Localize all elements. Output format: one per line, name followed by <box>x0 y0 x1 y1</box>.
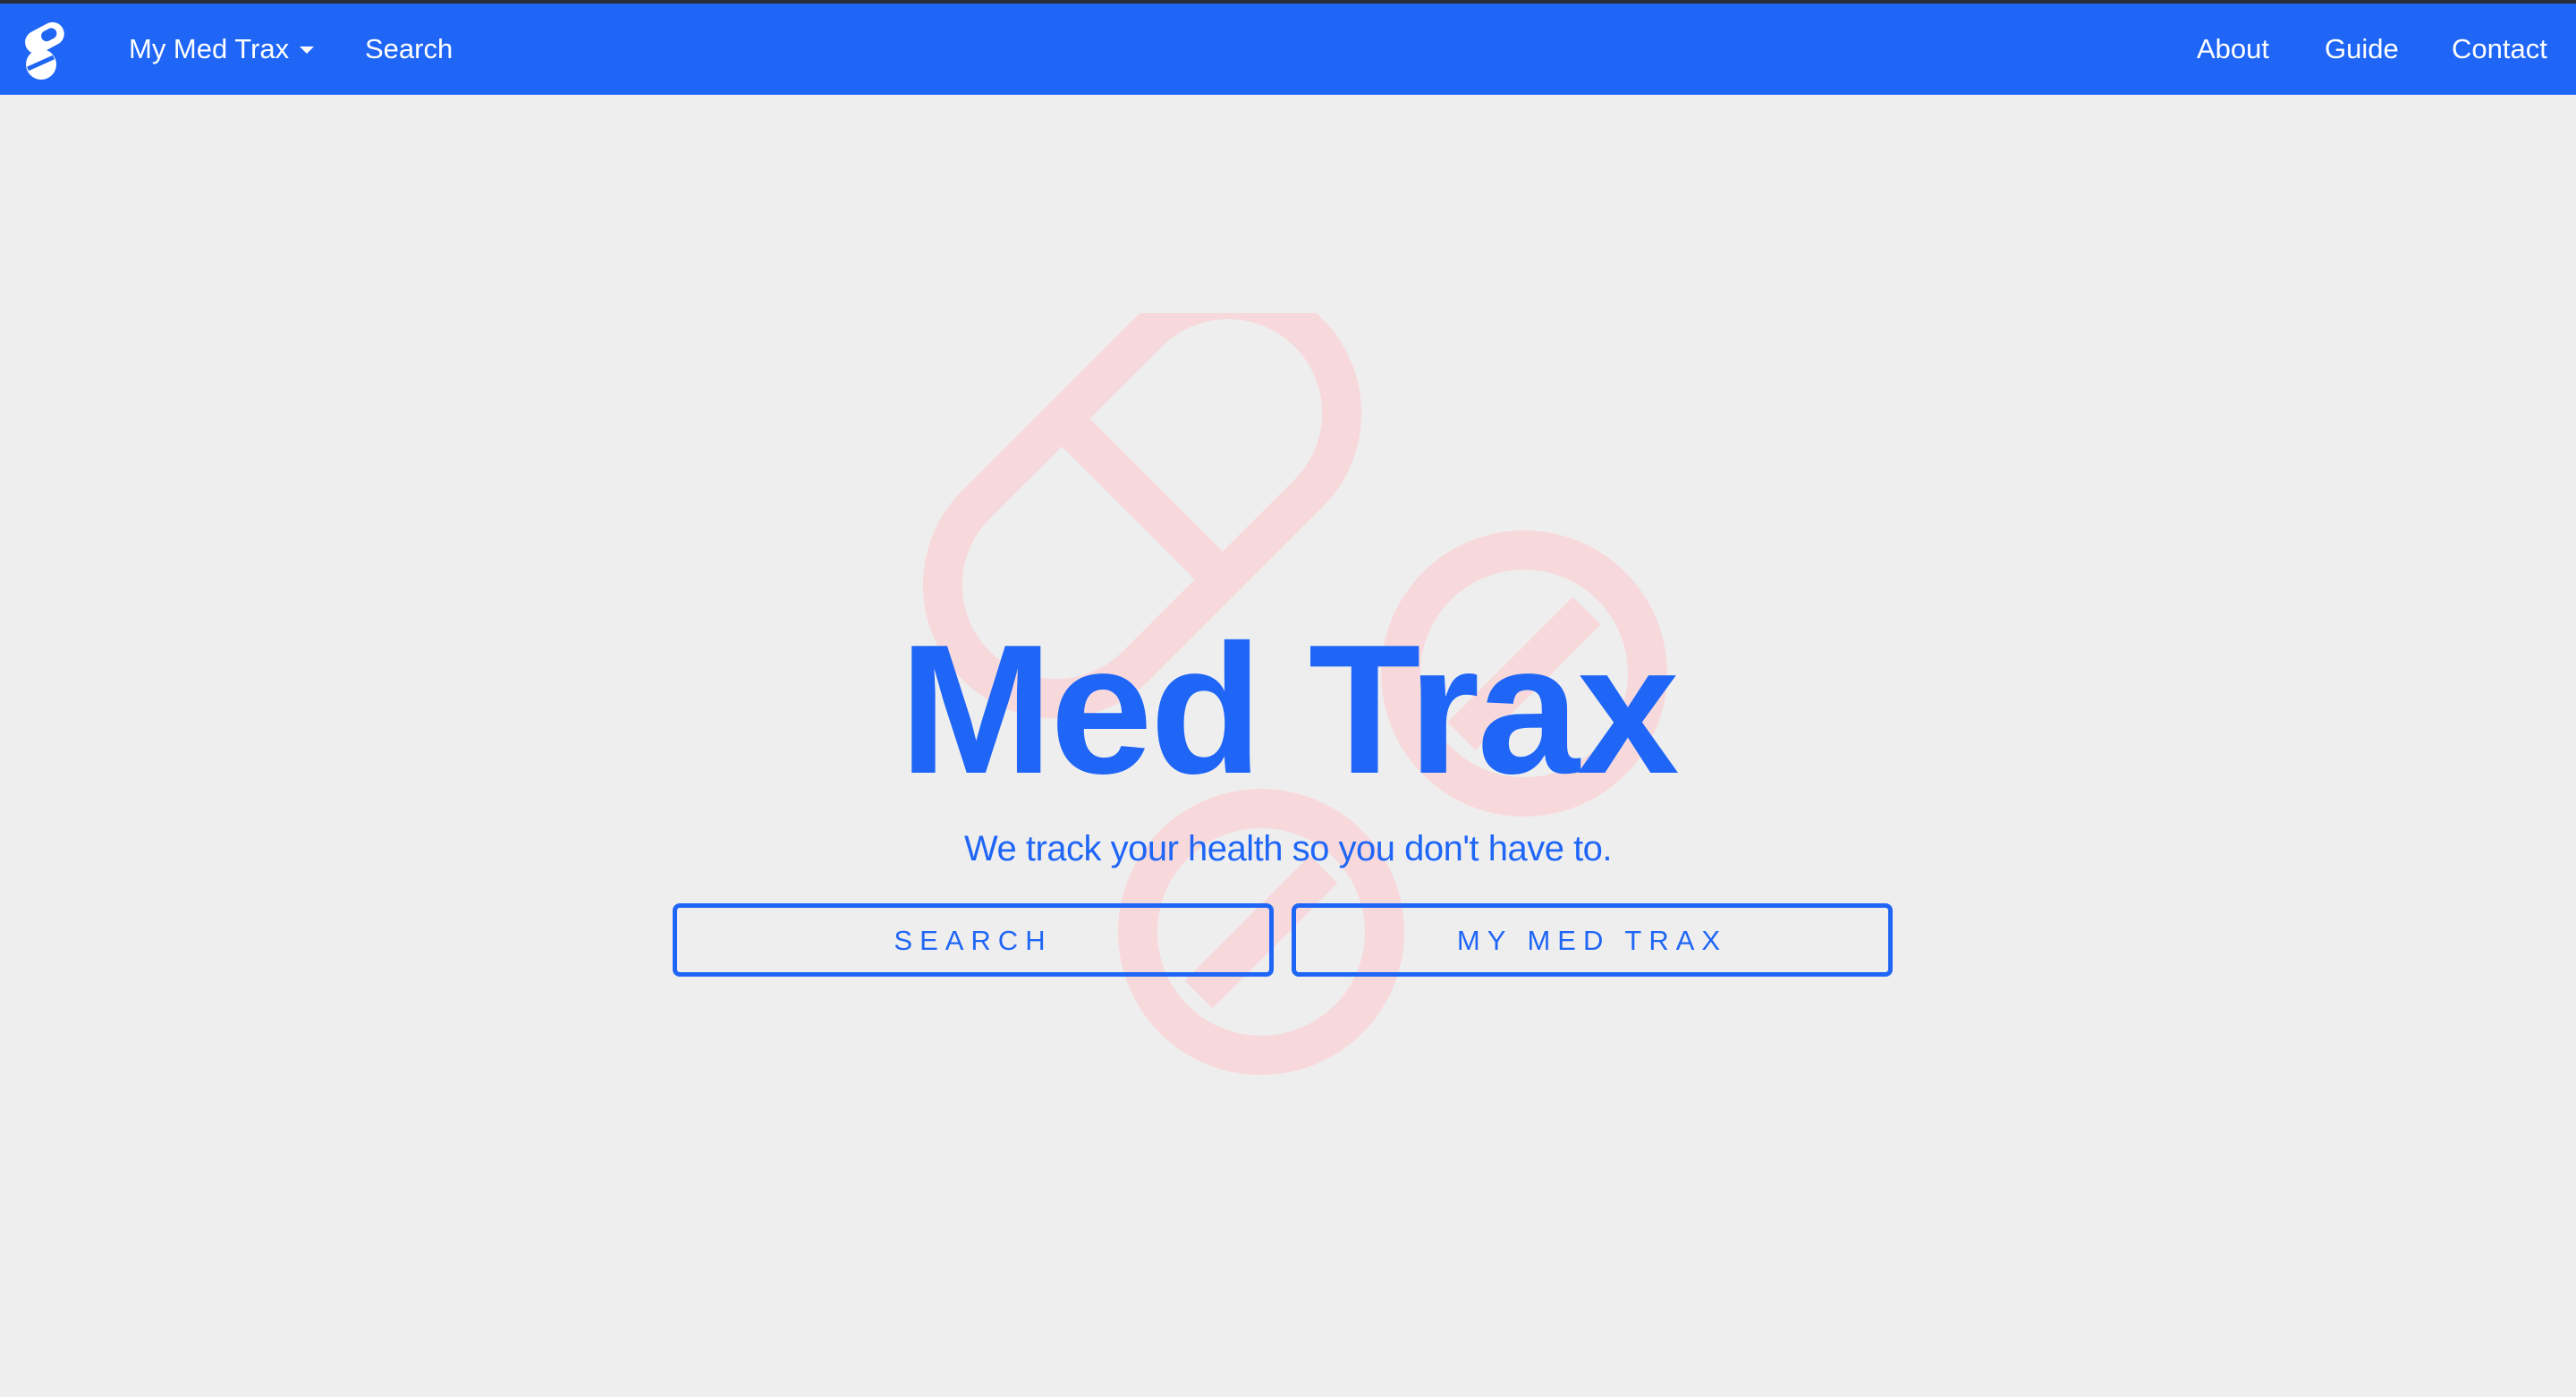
my-med-trax-dropdown[interactable]: My Med Trax <box>129 4 315 95</box>
pill-logo-icon[interactable] <box>20 20 82 84</box>
top-navbar: My Med Trax Search About Guide Contact <box>0 4 2576 95</box>
hero-my-med-trax-button[interactable]: MY MED TRAX <box>1292 903 1893 977</box>
hero-title: Med Trax <box>899 606 1679 812</box>
my-med-trax-dropdown-label: My Med Trax <box>129 33 290 64</box>
hero-tagline: We track your health so you don't have t… <box>963 829 1613 868</box>
hero-search-button[interactable]: SEARCH <box>673 903 1274 977</box>
nav-guide-link[interactable]: Guide <box>2325 4 2399 95</box>
nav-contact-link[interactable]: Contact <box>2452 4 2547 95</box>
nav-about-link[interactable]: About <box>2197 4 2269 95</box>
caret-down-icon <box>300 46 315 54</box>
nav-search-link[interactable]: Search <box>365 4 453 95</box>
